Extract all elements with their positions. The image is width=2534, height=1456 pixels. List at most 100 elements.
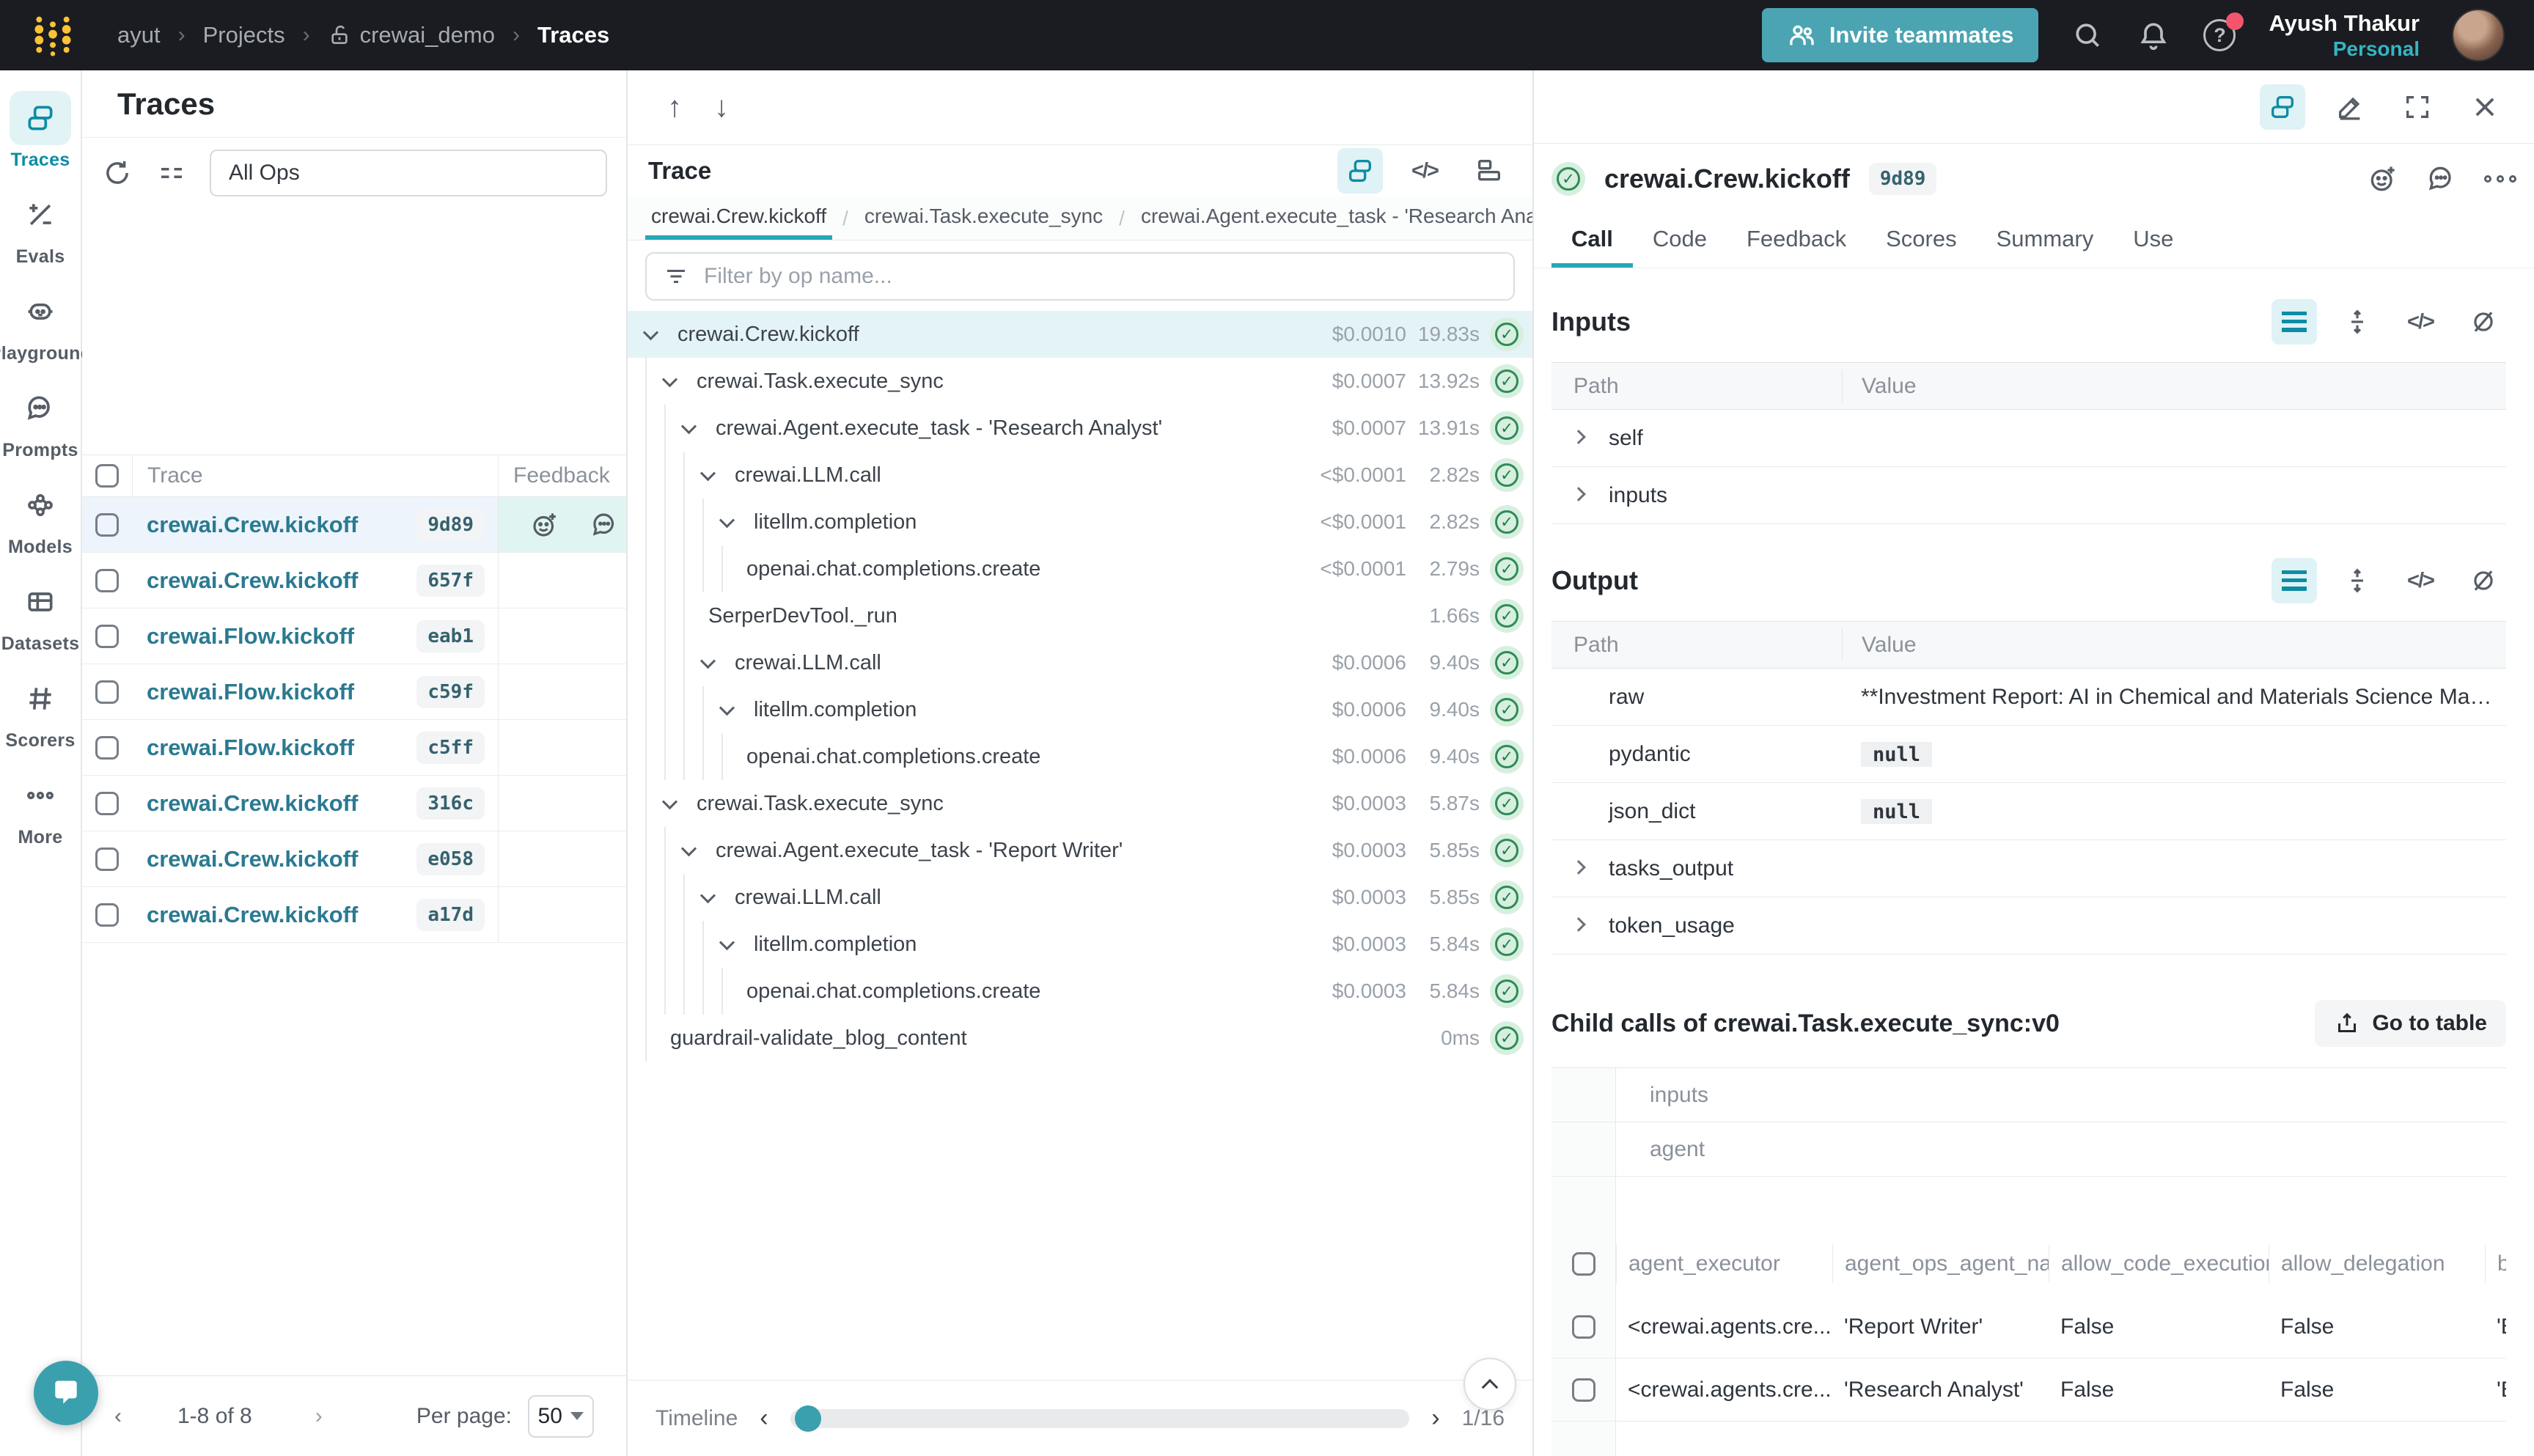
op-name-filter-input[interactable]	[704, 264, 1497, 289]
row-checkbox[interactable]	[95, 680, 119, 704]
invite-teammates-button[interactable]: Invite teammates	[1762, 8, 2039, 62]
column-header-allow-code-execution[interactable]: allow_code_execution	[2049, 1245, 2269, 1283]
op-filter-select[interactable]: All Ops	[210, 150, 607, 196]
input-row[interactable]: self	[1551, 410, 2506, 467]
path-tab-agent-execute-task[interactable]: crewai.Agent.execute_task - 'Research An…	[1135, 196, 1532, 240]
output-row[interactable]: pydantic null	[1551, 726, 2506, 783]
call-tree-row[interactable]: openai.chat.completions.create $0.0003 5…	[628, 968, 1532, 1015]
call-detail-tab[interactable]: Code	[1633, 214, 1727, 268]
chevron-down-icon[interactable]	[721, 517, 748, 528]
table-row[interactable]: crewai.Crew.kickoff e058	[82, 831, 626, 887]
avatar[interactable]	[2452, 9, 2505, 62]
path-tab-task-execute-sync[interactable]: crewai.Task.execute_sync	[859, 196, 1109, 240]
row-checkbox[interactable]	[1572, 1315, 1595, 1339]
hide-icon[interactable]	[2461, 558, 2506, 603]
row-checkbox[interactable]	[95, 792, 119, 815]
json-view-icon[interactable]: </>	[2398, 299, 2443, 345]
chevron-down-icon[interactable]	[702, 892, 729, 903]
sidebar-item-prompts[interactable]: Prompts	[0, 381, 81, 478]
refresh-icon[interactable]	[101, 157, 133, 189]
edit-pencil-icon[interactable]	[2327, 84, 2373, 130]
row-checkbox[interactable]	[95, 513, 119, 537]
breadcrumb-projects[interactable]: Projects	[203, 22, 285, 48]
output-row[interactable]: token_usage	[1551, 897, 2506, 955]
call-tree-row[interactable]: litellm.completion <$0.0001 2.82s	[628, 499, 1532, 545]
call-tree-row[interactable]: crewai.LLM.call $0.0003 5.85s	[628, 874, 1532, 921]
path-tab-crew-kickoff[interactable]: crewai.Crew.kickoff	[645, 196, 832, 240]
table-row[interactable]: crewai.Crew.kickoff 657f	[82, 553, 626, 608]
call-detail-tab[interactable]: Use	[2113, 214, 2193, 268]
trace-link[interactable]: crewai.Flow.kickoff	[147, 679, 354, 705]
row-checkbox[interactable]	[95, 625, 119, 648]
help-icon[interactable]: ?	[2203, 18, 2236, 52]
timeline-slider[interactable]	[790, 1409, 1410, 1428]
chevron-right-icon[interactable]	[1571, 860, 1586, 875]
list-view-icon[interactable]	[2272, 558, 2317, 603]
column-header-feedback[interactable]: Feedback	[498, 455, 626, 496]
sidebar-item-evals[interactable]: Evals	[0, 188, 81, 284]
chevron-down-icon[interactable]	[721, 705, 748, 716]
call-tree-row[interactable]: crewai.LLM.call <$0.0001 2.82s	[628, 452, 1532, 499]
row-checkbox[interactable]	[1572, 1378, 1595, 1402]
collapse-panel-button[interactable]	[1464, 1358, 1516, 1411]
search-icon[interactable]	[2071, 18, 2104, 52]
sidebar-item-datasets[interactable]: Datasets	[0, 575, 81, 672]
prev-page-icon[interactable]: ‹	[114, 1404, 122, 1429]
table-row[interactable]: crewai.Flow.kickoff eab1	[82, 608, 626, 664]
chevron-down-icon[interactable]	[664, 798, 691, 809]
call-tree-row[interactable]: openai.chat.completions.create $0.0006 9…	[628, 733, 1532, 780]
expand-rows-icon[interactable]	[2335, 299, 2380, 345]
chevron-right-icon[interactable]	[1571, 917, 1586, 932]
trace-link[interactable]: crewai.Crew.kickoff	[147, 512, 358, 538]
more-menu-icon[interactable]	[2484, 175, 2516, 183]
column-header-allow-delegation[interactable]: allow_delegation	[2269, 1245, 2485, 1283]
table-row[interactable]: crewai.Flow.kickoff c5ff	[82, 720, 626, 776]
select-all-checkbox[interactable]	[95, 464, 119, 488]
expand-rows-icon[interactable]	[2335, 558, 2380, 603]
hide-icon[interactable]	[2461, 299, 2506, 345]
chevron-down-icon[interactable]	[645, 329, 672, 340]
breadcrumb-entity[interactable]: ayut	[117, 22, 161, 48]
row-checkbox[interactable]	[95, 736, 119, 760]
tree-toggle-icon[interactable]	[2260, 84, 2305, 130]
trace-link[interactable]: crewai.Crew.kickoff	[147, 790, 358, 817]
filter-columns-icon[interactable]	[155, 157, 188, 189]
output-row[interactable]: tasks_output	[1551, 840, 2506, 897]
column-header-backstory[interactable]: b	[2485, 1245, 2506, 1283]
per-page-select[interactable]: 50	[528, 1395, 594, 1438]
sidebar-item-models[interactable]: Models	[0, 478, 81, 575]
user-menu[interactable]: Ayush Thakur Personal	[2269, 10, 2420, 62]
call-tree-row[interactable]: crewai.Crew.kickoff $0.0010 19.83s	[628, 311, 1532, 358]
call-tree-row[interactable]: openai.chat.completions.create <$0.0001 …	[628, 545, 1532, 592]
timeline-next-icon[interactable]: ›	[1431, 1404, 1439, 1433]
call-tree-row[interactable]: crewai.Task.execute_sync $0.0003 5.87s	[628, 780, 1532, 827]
chevron-down-icon[interactable]	[664, 376, 691, 387]
timeline-slider-thumb[interactable]	[795, 1405, 821, 1432]
column-header-agent-ops-agent-name[interactable]: agent_ops_agent_nan	[1832, 1245, 2049, 1283]
row-checkbox[interactable]	[95, 569, 119, 592]
sidebar-item-playground[interactable]: Playground	[0, 284, 81, 381]
code-view-icon[interactable]: </>	[1402, 148, 1447, 194]
next-page-icon[interactable]: ›	[315, 1404, 323, 1429]
chevron-down-icon[interactable]	[702, 470, 729, 481]
flamegraph-view-icon[interactable]	[1466, 148, 1512, 194]
add-reaction-icon[interactable]	[2367, 163, 2399, 195]
close-icon[interactable]	[2462, 84, 2508, 130]
next-call-arrow-icon[interactable]: ↓	[714, 91, 729, 124]
chevron-right-icon[interactable]	[1571, 487, 1586, 501]
chevron-down-icon[interactable]	[721, 939, 748, 950]
breadcrumb-project[interactable]: crewai_demo	[328, 22, 495, 48]
child-call-row[interactable]: <crewai.agents.cre... 'Research Analyst'…	[1551, 1358, 2506, 1422]
child-call-row[interactable]: <crewai.agents.cre... 'Report Writer' Fa…	[1551, 1295, 2506, 1358]
timeline-prev-icon[interactable]: ‹	[760, 1404, 768, 1433]
table-row[interactable]: crewai.Crew.kickoff 316c	[82, 776, 626, 831]
call-id-badge[interactable]: 9d89	[1869, 163, 1937, 195]
comment-icon[interactable]	[2425, 163, 2458, 195]
chat-launcher-button[interactable]	[34, 1361, 98, 1425]
fullscreen-icon[interactable]	[2395, 84, 2440, 130]
chevron-down-icon[interactable]	[702, 658, 729, 669]
table-row[interactable]: crewai.Crew.kickoff 9d89	[82, 497, 626, 553]
row-checkbox[interactable]	[95, 848, 119, 871]
go-to-table-button[interactable]: Go to table	[2315, 1000, 2506, 1047]
trace-link[interactable]: crewai.Flow.kickoff	[147, 623, 354, 650]
